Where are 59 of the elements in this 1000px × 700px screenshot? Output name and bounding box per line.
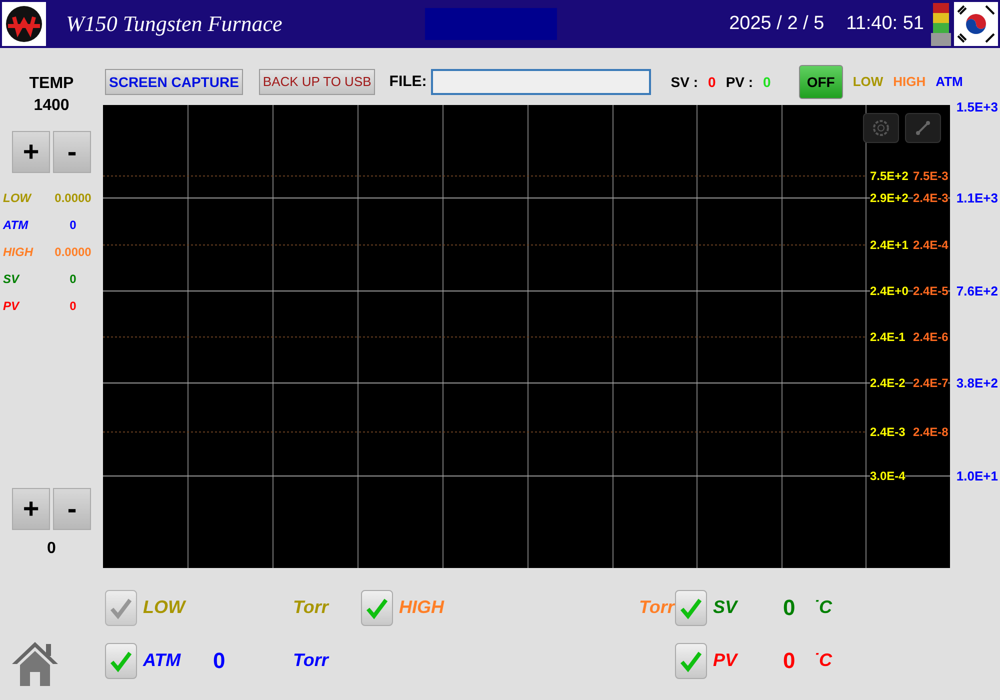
channel-value: 0 bbox=[783, 594, 796, 620]
date-text: 2025 / 2 / 5 bbox=[729, 13, 824, 35]
legend-label: ATM bbox=[936, 74, 963, 89]
readout-label: HIGH bbox=[2, 245, 34, 259]
legend-label: HIGH bbox=[893, 74, 926, 89]
file-label: FILE: bbox=[389, 73, 427, 90]
unit-label: Torr bbox=[293, 650, 330, 671]
increase-button[interactable]: + bbox=[12, 131, 50, 173]
checkbox[interactable] bbox=[675, 590, 707, 626]
readout-label: PV bbox=[2, 299, 21, 313]
readout-value: 0.0000 bbox=[54, 245, 92, 259]
resize-icon[interactable] bbox=[905, 113, 941, 143]
readout-value: 0.0000 bbox=[54, 191, 92, 205]
pv-value: 0 bbox=[763, 74, 771, 90]
decrease-button[interactable]: - bbox=[53, 488, 91, 530]
power-button[interactable]: OFF bbox=[798, 64, 843, 98]
unit-label: Torr bbox=[639, 597, 675, 618]
unit-label: Torr bbox=[293, 597, 330, 618]
atm-axis-label: 7.6E+2 bbox=[956, 284, 998, 298]
backup-button[interactable]: BACK UP TO USB bbox=[258, 68, 376, 94]
checkbox[interactable] bbox=[361, 590, 393, 626]
readout-value: 0 bbox=[68, 272, 78, 286]
channel-value: 0 bbox=[783, 648, 796, 674]
temp-min-value: 0 bbox=[47, 540, 56, 558]
readout-label: SV bbox=[2, 272, 21, 286]
atm-axis-label: 1.0E+1 bbox=[956, 468, 998, 484]
sv-label: SV : bbox=[670, 74, 698, 90]
flag-icon bbox=[954, 2, 998, 46]
channel-label: PV bbox=[713, 650, 740, 671]
readout-label: ATM bbox=[2, 218, 30, 232]
time-text: 11:40: 51 bbox=[846, 13, 924, 35]
file-field[interactable] bbox=[430, 68, 651, 94]
unit-label: ˙C bbox=[813, 650, 832, 671]
channel-value: 0 bbox=[213, 648, 226, 674]
atm-axis-label: 1.5E+3 bbox=[956, 100, 998, 114]
channel-label: LOW bbox=[143, 597, 188, 618]
channel-label: SV bbox=[713, 597, 740, 618]
pv-label: PV : bbox=[726, 74, 754, 90]
screen-capture-button[interactable]: SCREEN CAPTURE bbox=[105, 68, 243, 94]
channel-label: ATM bbox=[143, 650, 182, 671]
decrease-button[interactable]: - bbox=[53, 131, 91, 173]
atm-axis-label: 1.1E+3 bbox=[956, 190, 998, 206]
channel-label: HIGH bbox=[399, 597, 446, 618]
settings-icon[interactable] bbox=[863, 113, 899, 143]
sv-value: 0 bbox=[708, 74, 716, 90]
legend-label: LOW bbox=[852, 74, 884, 89]
unit-label: ˙C bbox=[813, 597, 832, 618]
app-title: W150 Tungsten Furnace bbox=[66, 11, 282, 37]
readout-label: LOW bbox=[2, 191, 33, 205]
atm-axis-label: 3.8E+2 bbox=[956, 376, 998, 390]
signal-tower-icon bbox=[930, 1, 952, 47]
readout-value: 0 bbox=[68, 218, 78, 232]
temp-label: TEMP bbox=[29, 74, 74, 94]
checkbox[interactable] bbox=[675, 642, 707, 678]
readout-value: 0 bbox=[68, 299, 78, 313]
temp-max-value: 1400 bbox=[32, 96, 70, 116]
increase-button[interactable]: + bbox=[12, 488, 50, 530]
checkbox[interactable] bbox=[105, 642, 137, 678]
logo-icon bbox=[2, 2, 46, 46]
